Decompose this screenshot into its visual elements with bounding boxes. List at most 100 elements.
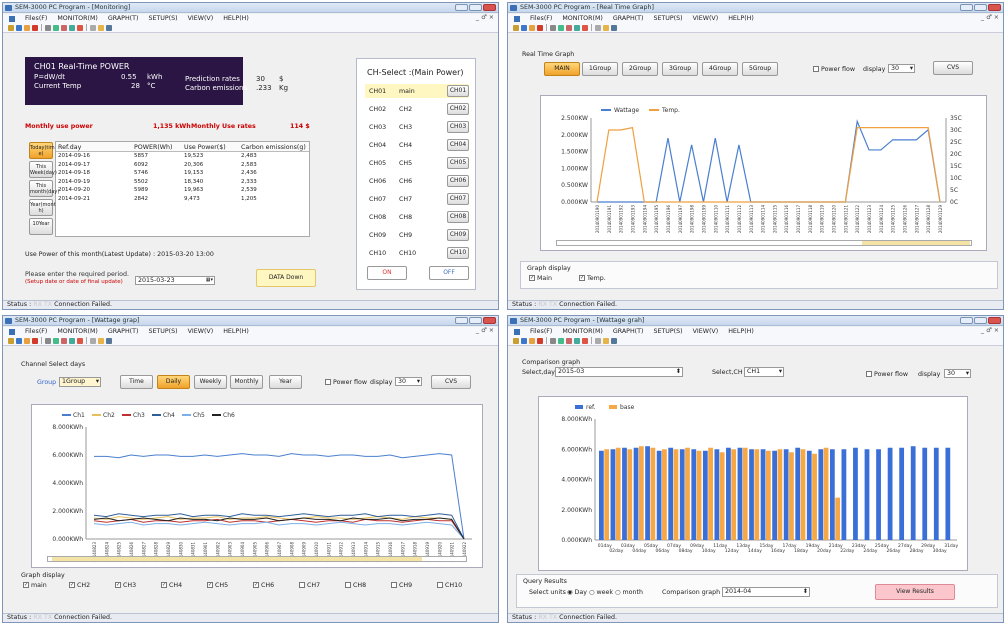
channel-checkbox[interactable]: CH8 bbox=[345, 582, 366, 589]
table-row[interactable]: 2014-09-18 5746 19,153 2,436 bbox=[56, 170, 309, 178]
toolbar-tool-icon[interactable] bbox=[98, 24, 104, 31]
menu-item[interactable]: SETUP(S) bbox=[653, 15, 682, 22]
menu-item[interactable]: VIEW(V) bbox=[693, 328, 719, 335]
group-select[interactable]: 1Group ▾ bbox=[59, 377, 101, 387]
toolbar-tool-icon[interactable] bbox=[595, 24, 601, 31]
toolbar-tool-icon[interactable] bbox=[90, 24, 96, 31]
toolbar-tool-icon[interactable] bbox=[558, 24, 564, 31]
toolbar-tool-icon[interactable] bbox=[53, 24, 59, 31]
daily-scrollbar[interactable] bbox=[47, 556, 467, 562]
channel-checkbox[interactable]: ✓ CH4 bbox=[161, 582, 182, 589]
toolbar-tool-icon[interactable] bbox=[529, 24, 535, 31]
toolbar-tool-icon[interactable] bbox=[513, 24, 519, 31]
channel-row[interactable]: CH01 main CH01 bbox=[365, 84, 469, 98]
group-button[interactable]: 5Group bbox=[742, 62, 778, 76]
off-button[interactable]: OFF bbox=[429, 266, 469, 280]
mdi-controls[interactable]: _ ♂ × bbox=[981, 327, 999, 334]
close-button[interactable] bbox=[988, 4, 1001, 11]
channel-checkbox[interactable]: ✓ CH6 bbox=[253, 582, 274, 589]
menu-item[interactable]: GRAPH(T) bbox=[108, 328, 139, 335]
range-button[interactable]: Daily bbox=[157, 375, 190, 389]
group-button[interactable]: 2Group bbox=[622, 62, 658, 76]
minimize-button[interactable] bbox=[455, 317, 468, 324]
channel-checkbox[interactable]: CH7 bbox=[299, 582, 320, 589]
toolbar-tool-icon[interactable] bbox=[529, 337, 535, 344]
menu-item[interactable]: SETUP(S) bbox=[148, 328, 177, 335]
toolbar-tool-icon[interactable] bbox=[513, 337, 519, 344]
toolbar-tool-icon[interactable] bbox=[8, 24, 14, 31]
toolbar-tool-icon[interactable] bbox=[558, 337, 564, 344]
menu-item[interactable]: MONITOR(M) bbox=[562, 15, 602, 22]
channel-checkbox[interactable]: ✓ CH2 bbox=[69, 582, 90, 589]
toolbar-tool-icon[interactable] bbox=[537, 337, 543, 344]
range-button[interactable]: Year bbox=[269, 375, 302, 389]
toolbar-tool-icon[interactable] bbox=[521, 337, 527, 344]
toolbar-tool-icon[interactable] bbox=[32, 337, 38, 344]
table-row[interactable]: 2014-09-21 2842 9,473 1,205 bbox=[56, 196, 309, 204]
group-button[interactable]: 3Group bbox=[662, 62, 698, 76]
toolbar-tool-icon[interactable] bbox=[611, 337, 617, 344]
toolbar-tool-icon[interactable] bbox=[16, 337, 22, 344]
toolbar-tool-icon[interactable] bbox=[106, 24, 112, 31]
channel-button[interactable]: CH07 bbox=[447, 193, 469, 205]
toolbar-tool-icon[interactable] bbox=[550, 337, 556, 344]
menu-item[interactable]: VIEW(V) bbox=[693, 15, 719, 22]
group-button[interactable]: 4Group bbox=[702, 62, 738, 76]
menu-item[interactable]: GRAPH(T) bbox=[613, 328, 644, 335]
power-flow-checkbox[interactable]: Power flow bbox=[813, 66, 855, 73]
period-button[interactable]: This Week(day) bbox=[29, 161, 57, 178]
maximize-button[interactable] bbox=[469, 317, 482, 324]
menu-item[interactable]: SETUP(S) bbox=[148, 15, 177, 22]
minimize-button[interactable] bbox=[960, 317, 973, 324]
toolbar-tool-icon[interactable] bbox=[566, 24, 572, 31]
channel-button[interactable]: CH03 bbox=[447, 121, 469, 133]
toolbar-tool-icon[interactable] bbox=[8, 337, 14, 344]
channel-row[interactable]: CH03 CH3 CH03 bbox=[365, 120, 469, 134]
menu-item[interactable]: MONITOR(M) bbox=[57, 15, 97, 22]
display-select[interactable]: 30 ▾ bbox=[944, 369, 971, 378]
menu-item[interactable]: Files(F) bbox=[25, 15, 47, 22]
power-flow-checkbox[interactable]: Power flow bbox=[325, 379, 367, 386]
mdi-controls[interactable]: _ ♂ × bbox=[476, 14, 494, 21]
channel-button[interactable]: CH06 bbox=[447, 175, 469, 187]
toolbar-tool-icon[interactable] bbox=[69, 24, 75, 31]
maximize-button[interactable] bbox=[974, 4, 987, 11]
channel-row[interactable]: CH09 CH9 CH09 bbox=[365, 228, 469, 242]
toolbar-tool-icon[interactable] bbox=[45, 24, 51, 31]
comparison-date-input[interactable]: 2014-04 ⬍ bbox=[722, 587, 810, 597]
menu-item[interactable]: MONITOR(M) bbox=[562, 328, 602, 335]
toolbar-tool-icon[interactable] bbox=[24, 337, 30, 344]
channel-button[interactable]: CH02 bbox=[447, 103, 469, 115]
toolbar-tool-icon[interactable] bbox=[77, 24, 83, 31]
menu-item[interactable]: HELP(H) bbox=[223, 15, 249, 22]
channel-row[interactable]: CH06 CH6 CH06 bbox=[365, 174, 469, 188]
toolbar-tool-icon[interactable] bbox=[595, 337, 601, 344]
toolbar-tool-icon[interactable] bbox=[61, 337, 67, 344]
minimize-button[interactable] bbox=[960, 4, 973, 11]
temp-checkbox[interactable]: ✓ Temp. bbox=[579, 275, 606, 282]
cvs-button[interactable]: CVS bbox=[933, 61, 973, 75]
cvs-button[interactable]: CVS bbox=[431, 375, 471, 389]
realtime-scrollbar[interactable] bbox=[556, 240, 972, 246]
toolbar-tool-icon[interactable] bbox=[106, 337, 112, 344]
channel-button[interactable]: CH08 bbox=[447, 211, 469, 223]
channel-checkbox[interactable]: CH9 bbox=[391, 582, 412, 589]
unit-day-radio[interactable]: ◉ Day bbox=[567, 589, 587, 596]
minimize-button[interactable] bbox=[455, 4, 468, 11]
menu-item[interactable]: HELP(H) bbox=[728, 15, 754, 22]
display-select[interactable]: 30 ▾ bbox=[888, 64, 915, 73]
menu-item[interactable]: Files(F) bbox=[25, 328, 47, 335]
unit-month-radio[interactable]: ○ month bbox=[615, 589, 643, 596]
menu-item[interactable]: VIEW(V) bbox=[188, 15, 214, 22]
toolbar-tool-icon[interactable] bbox=[550, 24, 556, 31]
toolbar-tool-icon[interactable] bbox=[98, 337, 104, 344]
channel-checkbox[interactable]: ✓ CH5 bbox=[207, 582, 228, 589]
channel-row[interactable]: CH04 CH4 CH04 bbox=[365, 138, 469, 152]
toolbar-tool-icon[interactable] bbox=[24, 24, 30, 31]
table-row[interactable]: 2014-09-16 5857 19,523 2,483 bbox=[56, 153, 309, 161]
toolbar-tool-icon[interactable] bbox=[69, 337, 75, 344]
close-button[interactable] bbox=[483, 317, 496, 324]
view-results-button[interactable]: View Results bbox=[875, 584, 955, 600]
period-button[interactable]: Today(tim e) bbox=[29, 142, 55, 159]
menu-item[interactable]: HELP(H) bbox=[728, 328, 754, 335]
